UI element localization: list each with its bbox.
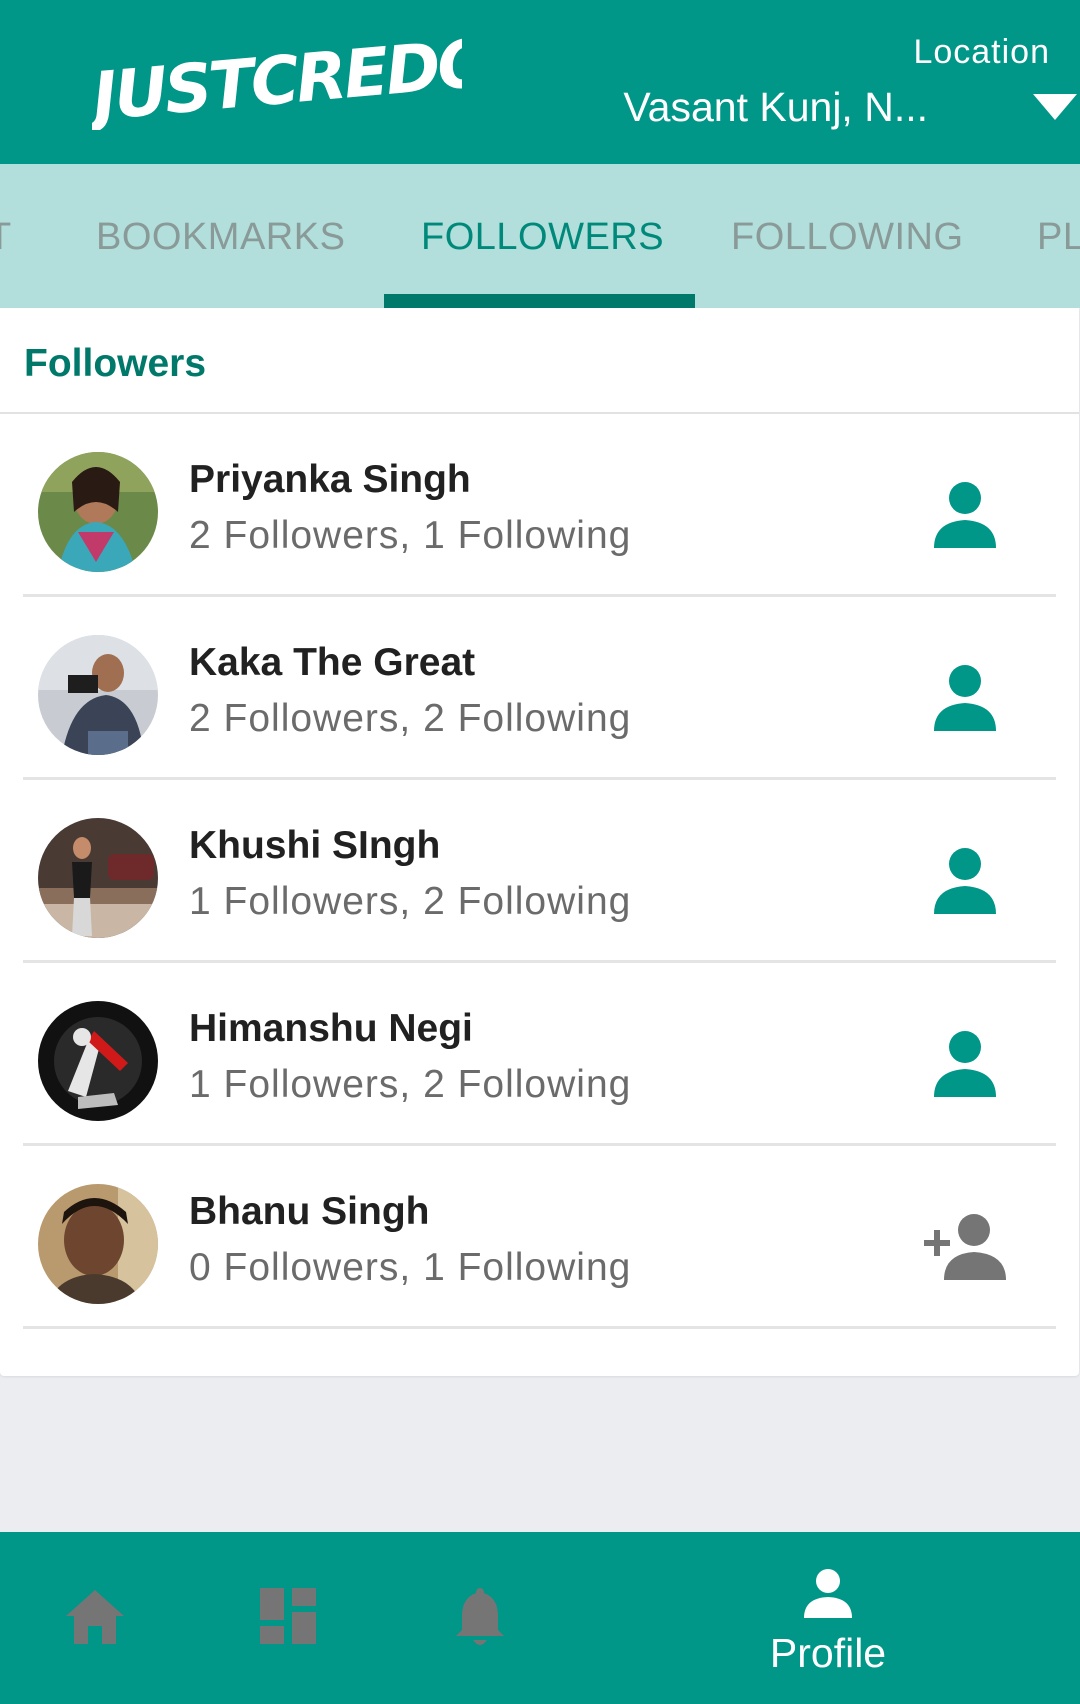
- location-value[interactable]: Vasant Kunj, N...: [623, 84, 928, 131]
- app-header: JUSTCREDO Location Vasant Kunj, N...: [0, 0, 1080, 164]
- follower-stats: 0 Followers, 1 Following: [189, 1246, 632, 1289]
- follower-stats: 2 Followers, 2 Following: [189, 697, 632, 740]
- bell-icon: [456, 1588, 504, 1645]
- tab-bookmarks[interactable]: BOOKMARKS: [96, 216, 345, 259]
- dashboard-icon: [260, 1588, 316, 1644]
- svg-text:JUSTCREDO: JUSTCREDO: [92, 30, 462, 130]
- followers-card: Followers Priyanka Singh 2 Followers, 1 …: [0, 308, 1079, 1376]
- nav-profile[interactable]: Profile: [708, 1532, 948, 1704]
- person-icon: [804, 1569, 852, 1618]
- follower-stats: 1 Followers, 2 Following: [189, 880, 632, 923]
- follower-row[interactable]: Himanshu Negi 1 Followers, 2 Following: [0, 963, 1079, 1146]
- person-icon[interactable]: [920, 663, 1010, 733]
- location-label: Location: [913, 33, 1050, 71]
- follower-name[interactable]: Bhanu Singh: [189, 1190, 429, 1234]
- bottom-navigation: Profile: [0, 1532, 1080, 1704]
- tab-partial[interactable]: PL: [1037, 216, 1080, 259]
- tab-following[interactable]: FOLLOWING: [731, 216, 964, 259]
- profile-tabs: T BOOKMARKS FOLLOWERS FOLLOWING PL: [0, 164, 1080, 308]
- follower-name[interactable]: Priyanka Singh: [189, 458, 471, 502]
- avatar[interactable]: [38, 1001, 158, 1121]
- person-icon[interactable]: [920, 480, 1010, 550]
- justcredo-logo[interactable]: JUSTCREDO: [92, 30, 462, 130]
- follower-row[interactable]: Priyanka Singh 2 Followers, 1 Following: [0, 414, 1079, 597]
- follower-row[interactable]: Khushi SIngh 1 Followers, 2 Following: [0, 780, 1079, 963]
- avatar[interactable]: [38, 1184, 158, 1304]
- follower-row[interactable]: Kaka The Great 2 Followers, 2 Following: [0, 597, 1079, 780]
- person-icon[interactable]: [920, 846, 1010, 916]
- nav-notifications[interactable]: [424, 1532, 534, 1704]
- follower-name[interactable]: Himanshu Negi: [189, 1007, 473, 1051]
- home-icon: [66, 1590, 124, 1644]
- triangle-down-icon[interactable]: [1031, 90, 1079, 124]
- person-icon[interactable]: [920, 1029, 1010, 1099]
- active-tab-indicator: [384, 294, 695, 308]
- follower-stats: 2 Followers, 1 Following: [189, 514, 632, 557]
- person-add-icon[interactable]: [920, 1212, 1010, 1282]
- nav-dashboard[interactable]: [232, 1532, 342, 1704]
- avatar[interactable]: [38, 635, 158, 755]
- row-divider: [23, 1326, 1056, 1329]
- nav-profile-label: Profile: [769, 1630, 887, 1676]
- follower-stats: 1 Followers, 2 Following: [189, 1063, 632, 1106]
- avatar[interactable]: [38, 818, 158, 938]
- nav-home[interactable]: [40, 1532, 150, 1704]
- tab-previous-partial[interactable]: T: [0, 216, 12, 259]
- section-title: Followers: [24, 342, 207, 385]
- follower-row[interactable]: Bhanu Singh 0 Followers, 1 Following: [0, 1146, 1079, 1329]
- follower-name[interactable]: Khushi SIngh: [189, 824, 440, 868]
- avatar[interactable]: [38, 452, 158, 572]
- tab-followers[interactable]: FOLLOWERS: [421, 216, 664, 259]
- follower-name[interactable]: Kaka The Great: [189, 641, 475, 685]
